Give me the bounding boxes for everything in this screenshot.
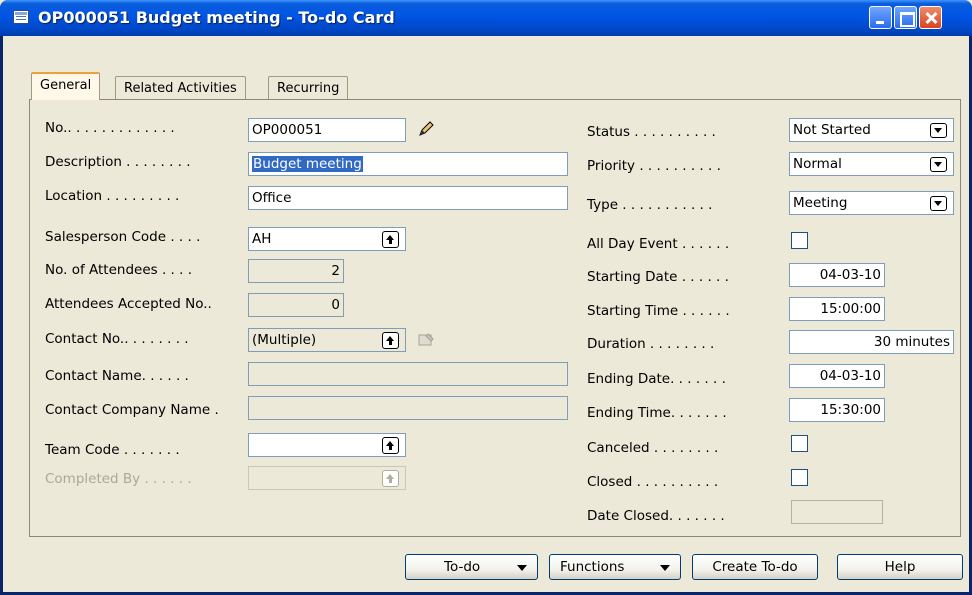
no-label: No.. . . . . . . . . . . . . xyxy=(45,120,175,136)
todo-card-window: OP000051 Budget meeting - To-do Card Gen… xyxy=(0,0,972,595)
create-todo-button[interactable]: Create To-do xyxy=(692,554,818,580)
help-button[interactable]: Help xyxy=(837,554,963,580)
functions-menu-label: Functions xyxy=(560,559,625,575)
closed-label: Closed . . . . . . . . . . xyxy=(587,474,719,490)
todo-menu-label: To-do xyxy=(444,559,481,575)
duration-label: Duration . . . . . . . . xyxy=(587,336,715,352)
canceled-checkbox[interactable] xyxy=(791,435,808,452)
starting-date-field[interactable]: 04-03-10 xyxy=(789,263,885,287)
priority-value: Normal xyxy=(793,156,842,172)
all-day-event-checkbox[interactable] xyxy=(791,232,808,249)
contact-card-icon[interactable] xyxy=(417,331,435,349)
tab-recurring[interactable]: Recurring xyxy=(268,76,349,101)
todo-menu-button[interactable]: To-do xyxy=(405,554,538,580)
duration-field[interactable]: 30 minutes xyxy=(789,330,954,354)
starting-date-label: Starting Date . . . . . . xyxy=(587,269,729,285)
location-label: Location . . . . . . . . . xyxy=(45,188,180,204)
completed-by-lookup-icon xyxy=(382,470,399,487)
status-dropdown-icon[interactable] xyxy=(930,123,947,138)
contact-company-label: Contact Company Name . xyxy=(45,402,219,418)
todo-chevron-down-icon xyxy=(517,565,527,571)
attendees-field: 2 xyxy=(248,259,344,283)
starting-time-field[interactable]: 15:00:00 xyxy=(789,297,885,321)
type-dropdown-icon[interactable] xyxy=(930,196,947,211)
functions-chevron-down-icon xyxy=(660,565,670,571)
ending-time-label: Ending Time. . . . . . . xyxy=(587,405,727,421)
description-label: Description . . . . . . . . xyxy=(45,154,191,170)
card-window-icon xyxy=(13,10,29,24)
contact-company-field xyxy=(248,396,568,420)
completed-by-field xyxy=(248,466,406,490)
accepted-label: Attendees Accepted No.. xyxy=(45,296,212,312)
window-title: OP000051 Budget meeting - To-do Card xyxy=(38,8,395,27)
status-value: Not Started xyxy=(793,122,871,138)
contact-no-field[interactable]: (Multiple) xyxy=(248,328,406,352)
description-value: Budget meeting xyxy=(252,156,363,172)
salesperson-lookup-icon[interactable] xyxy=(382,231,399,248)
priority-select[interactable]: Normal xyxy=(789,152,954,176)
completed-by-label: Completed By . . . . . . xyxy=(45,471,192,487)
salesperson-code-value: AH xyxy=(252,231,272,247)
minimize-button[interactable] xyxy=(869,6,892,29)
team-code-lookup-icon[interactable] xyxy=(382,437,399,454)
starting-time-label: Starting Time . . . . . . xyxy=(587,303,730,319)
type-value: Meeting xyxy=(793,195,848,211)
ending-date-field[interactable]: 04-03-10 xyxy=(789,364,885,388)
close-button[interactable] xyxy=(919,6,942,29)
tab-general[interactable]: General xyxy=(31,72,101,100)
contact-lookup-icon[interactable] xyxy=(382,332,399,349)
contact-name-field xyxy=(248,362,568,386)
team-code-label: Team Code . . . . . . . xyxy=(45,442,180,458)
status-select[interactable]: Not Started xyxy=(789,118,954,142)
canceled-label: Canceled . . . . . . . . xyxy=(587,440,719,456)
ending-date-label: Ending Date. . . . . . . xyxy=(587,371,726,387)
date-closed-field xyxy=(791,500,883,524)
maximize-button[interactable] xyxy=(894,6,917,29)
priority-label: Priority . . . . . . . . . . xyxy=(587,158,721,174)
contact-name-label: Contact Name. . . . . . xyxy=(45,368,189,384)
pencil-edit-icon[interactable] xyxy=(417,120,435,138)
accepted-field: 0 xyxy=(248,293,344,317)
functions-menu-button[interactable]: Functions xyxy=(549,554,681,580)
salesperson-code-label: Salesperson Code . . . . xyxy=(45,229,201,245)
type-select[interactable]: Meeting xyxy=(789,191,954,215)
status-label: Status . . . . . . . . . . xyxy=(587,124,716,140)
priority-dropdown-icon[interactable] xyxy=(930,157,947,172)
date-closed-label: Date Closed. . . . . . . xyxy=(587,508,725,524)
title-bar[interactable]: OP000051 Budget meeting - To-do Card xyxy=(0,0,972,36)
attendees-label: No. of Attendees . . . . xyxy=(45,262,192,278)
tab-related-activities[interactable]: Related Activities xyxy=(115,76,246,101)
description-field[interactable]: Budget meeting xyxy=(248,152,568,176)
team-code-field[interactable] xyxy=(248,433,406,457)
ending-time-field[interactable]: 15:30:00 xyxy=(789,398,885,422)
contact-no-value: (Multiple) xyxy=(252,332,317,348)
all-day-event-label: All Day Event . . . . . . xyxy=(587,236,730,252)
closed-checkbox[interactable] xyxy=(791,469,808,486)
contact-no-label: Contact No.. . . . . . . . xyxy=(45,331,189,347)
location-field[interactable]: Office xyxy=(248,186,568,210)
no-field[interactable]: OP000051 xyxy=(248,118,406,142)
salesperson-code-field[interactable]: AH xyxy=(248,227,406,251)
type-label: Type . . . . . . . . . . . xyxy=(587,197,713,213)
